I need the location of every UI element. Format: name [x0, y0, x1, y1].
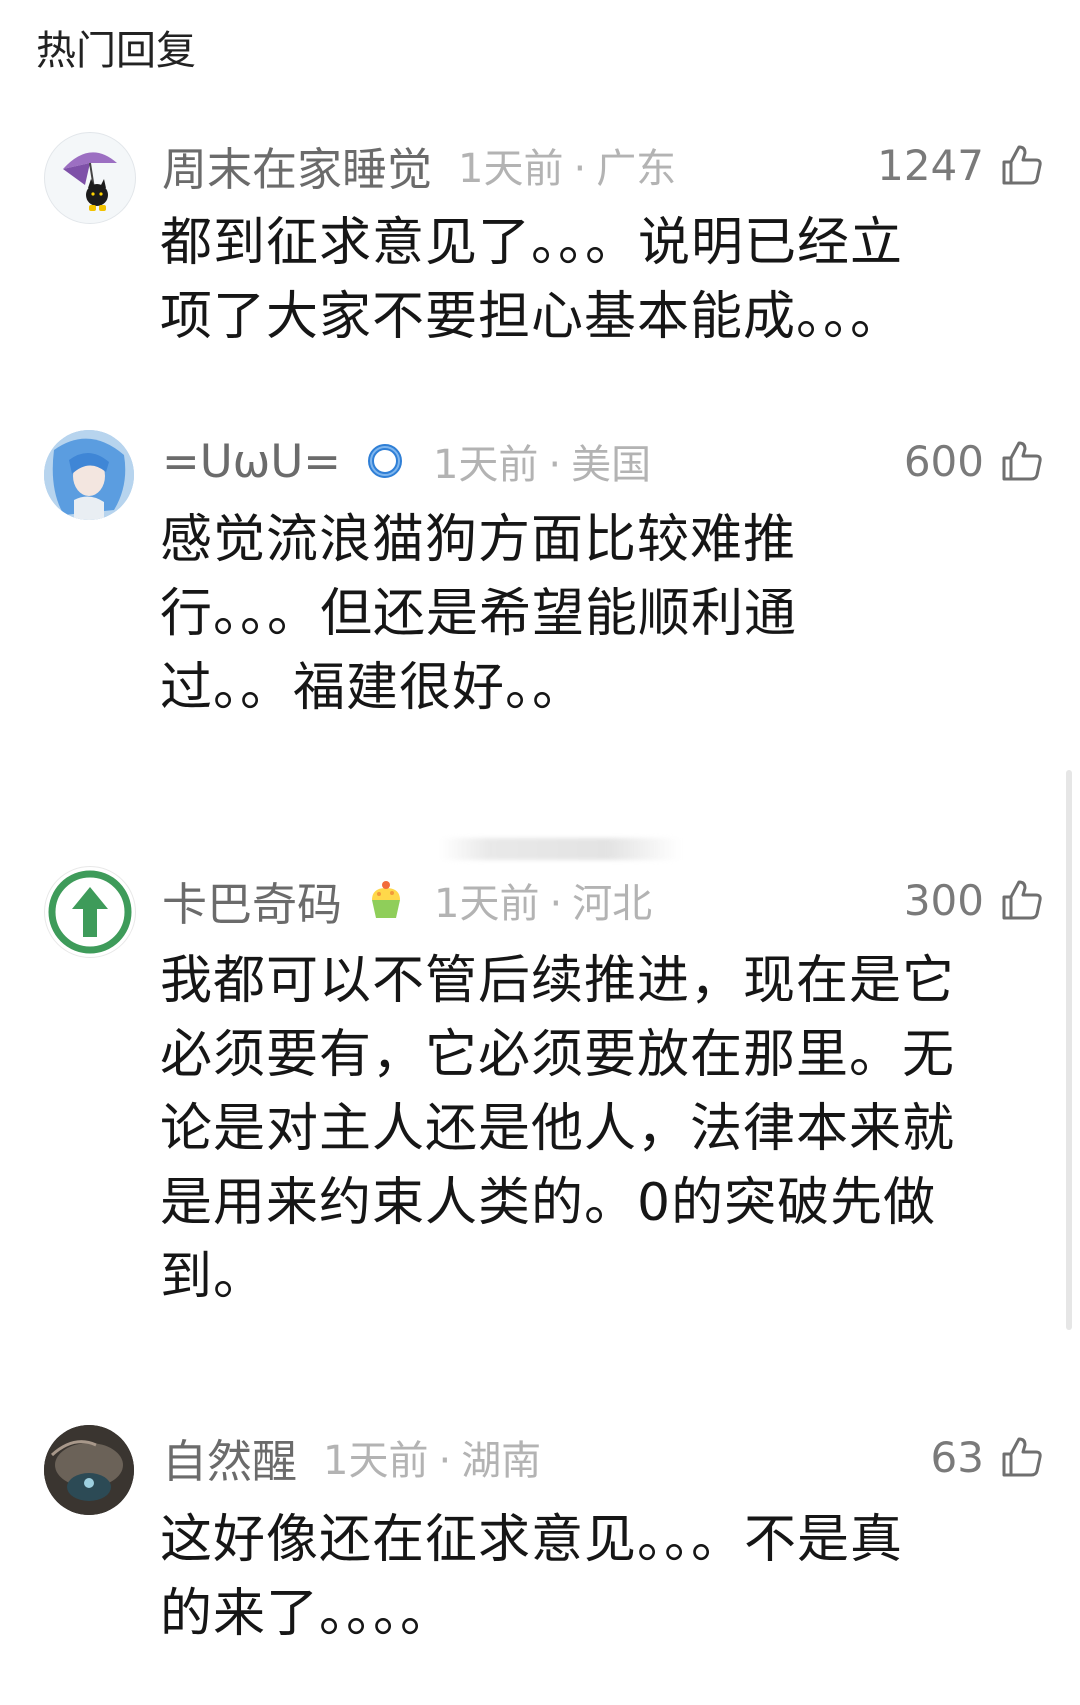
thumbs-up-icon: [1002, 1437, 1042, 1477]
like-button[interactable]: 63: [931, 1427, 1044, 1487]
umbrella-cat-avatar-icon: [63, 152, 117, 211]
username[interactable]: 自然醒: [162, 1425, 297, 1490]
comment-meta: 1天前 · 湖南: [323, 1428, 541, 1486]
like-count: 63: [930, 1432, 984, 1482]
dark-scene-avatar-icon: [44, 1425, 134, 1515]
scrollbar[interactable]: [1066, 770, 1072, 1330]
comment-text: 我都可以不管后续推进，现在是它 必须要有，它必须要放在那里。无 论是对主人还是他…: [160, 944, 990, 1314]
like-button[interactable]: 300: [904, 870, 1044, 930]
username[interactable]: 卡巴奇码: [162, 868, 342, 933]
comment-line: 项了大家不要担心基本能成。。。: [160, 287, 904, 347]
comment-line: 我都可以不管后续推进，现在是它: [160, 951, 956, 1011]
separator-dot: ·: [548, 442, 562, 488]
comment-location: 广东: [596, 146, 677, 192]
thumbs-up-icon: [1002, 145, 1042, 185]
blue-hair-girl-avatar-icon: [44, 430, 134, 520]
comment-text: 感觉流浪猫狗方面比较难推 行。。。但还是希望能顺利通 过。。福建很好。。: [160, 503, 990, 725]
like-count: 300: [903, 875, 984, 925]
comment-line: 必须要有，它必须要放在那里。无: [160, 1025, 956, 1085]
avatar[interactable]: [44, 430, 134, 520]
comment-time: 1天前: [323, 1438, 429, 1484]
like-button[interactable]: 1247: [877, 135, 1044, 195]
comment-meta: 1天前 · 河北: [434, 871, 652, 929]
comment-line: 是用来约束人类的。0的突破先做: [160, 1173, 937, 1233]
separator-dot: ·: [438, 1438, 452, 1484]
comment-location: 美国: [571, 442, 652, 488]
comment-location: 河北: [572, 881, 653, 927]
username[interactable]: 周末在家睡觉: [162, 133, 432, 198]
comment-time: 1天前: [434, 881, 540, 927]
avatar[interactable]: [44, 132, 136, 224]
comment-line: 行。。。但还是希望能顺利通: [160, 584, 798, 644]
comment-time: 1天前: [458, 146, 564, 192]
avatar[interactable]: [44, 1425, 134, 1515]
comment-meta: 1天前 · 美国: [433, 432, 651, 490]
cupcake-badge-icon: [372, 881, 401, 918]
username[interactable]: =ᑌωᑌ=: [162, 435, 341, 488]
like-count: 600: [903, 436, 984, 486]
comment-line: 这好像还在征求意见。。。不是真: [160, 1510, 904, 1570]
comment-line: 过。。福建很好。。: [160, 658, 586, 718]
blue-ring-badge-icon: [367, 444, 402, 478]
comment-line: 感觉流浪猫狗方面比较难推: [160, 510, 797, 570]
comment-line: 到。: [160, 1247, 267, 1307]
separator-dot: ·: [573, 146, 587, 192]
thumbs-up-icon: [1002, 441, 1042, 481]
comment-time: 1天前: [432, 442, 539, 488]
separator-dot: ·: [549, 881, 563, 927]
comment-text: 这好像还在征求意见。。。不是真 的来了。。。。: [160, 1503, 990, 1651]
comment-line: 论是对主人还是他人，法律本来就: [160, 1099, 956, 1159]
comment-location: 湖南: [461, 1438, 542, 1484]
comment-line: 的来了。。。。: [160, 1584, 454, 1644]
like-count: 1247: [877, 140, 984, 190]
blurred-overlay: [440, 838, 680, 860]
hot-replies-title: 热门回复: [36, 28, 196, 74]
like-button[interactable]: 600: [904, 431, 1044, 491]
comment-text: 都到征求意见了。。。说明已经立 项了大家不要担心基本能成。。。: [160, 206, 990, 354]
avatar[interactable]: [44, 866, 136, 958]
green-up-arrow-avatar-icon: [48, 870, 132, 954]
comment-meta: 1天前 · 广东: [458, 136, 676, 194]
thumbs-up-icon: [1002, 880, 1042, 920]
comment-line: 都到征求意见了。。。说明已经立: [160, 213, 904, 273]
